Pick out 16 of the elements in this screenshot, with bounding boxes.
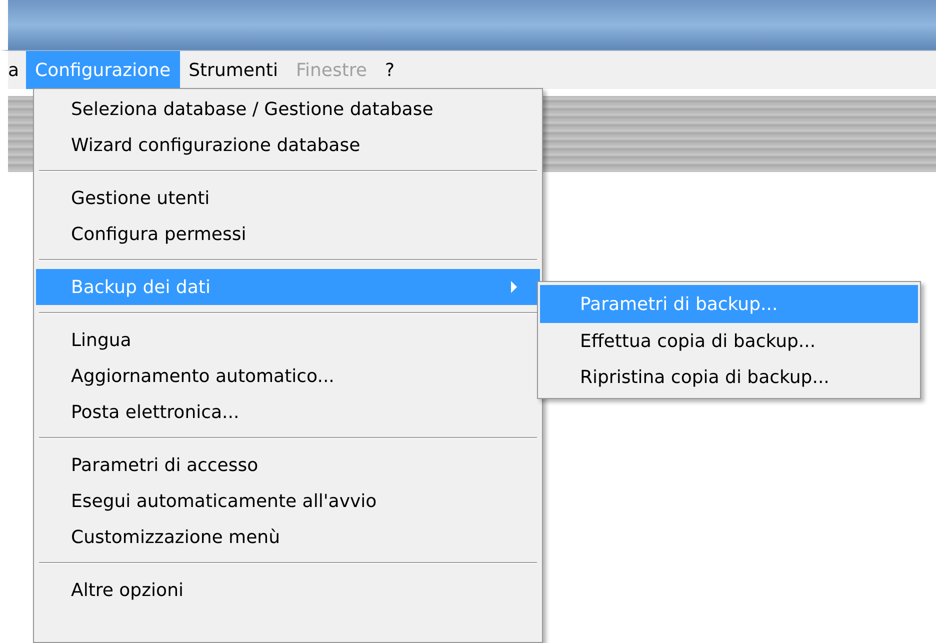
menu-bar-item[interactable]: a: [0, 51, 26, 89]
submenu-item[interactable]: Effettua copia di backup...: [540, 323, 918, 359]
submenu-item[interactable]: Ripristina copia di backup...: [540, 359, 918, 395]
menu-item[interactable]: Lingua: [36, 322, 540, 358]
menu-item[interactable]: Altre opzioni: [36, 572, 540, 608]
menu-item[interactable]: Wizard configurazione database: [36, 127, 540, 163]
menu-item[interactable]: Customizzazione menù: [36, 519, 540, 555]
menu-item[interactable]: Configura permessi: [36, 216, 540, 252]
menu-item[interactable]: Seleziona database / Gestione database: [36, 91, 540, 127]
menu-item[interactable]: Aggiornamento automatico...: [36, 358, 540, 394]
menu-bar-item[interactable]: ?: [376, 51, 404, 89]
menu-item[interactable]: Posta elettronica...: [36, 394, 540, 430]
menu-item[interactable]: Gestione utenti: [36, 180, 540, 216]
menu-item[interactable]: Esegui automaticamente all'avvio: [36, 483, 540, 519]
menu-bar-item[interactable]: Strumenti: [180, 51, 287, 89]
menu-item[interactable]: Parametri di accesso: [36, 447, 540, 483]
